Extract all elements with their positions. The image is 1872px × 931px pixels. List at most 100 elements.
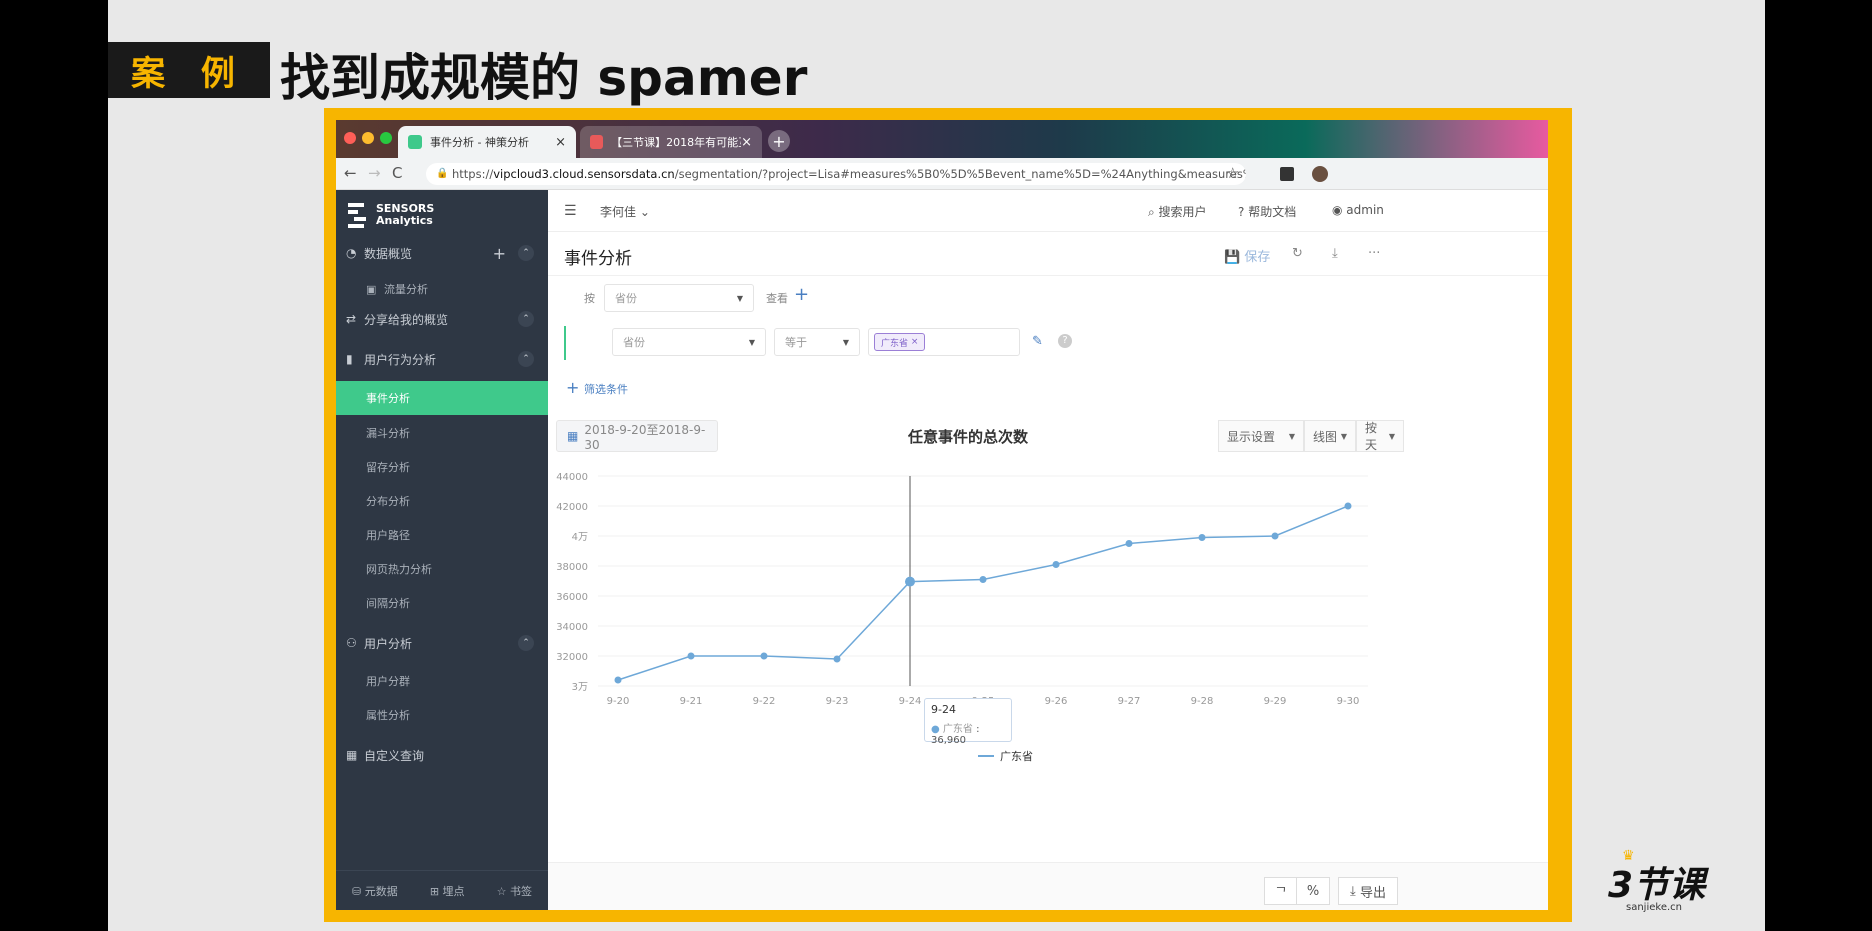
sidebar-item-label: 间隔分析 <box>366 597 410 610</box>
rotate-table-icon[interactable]: ᄀ <box>1264 877 1298 905</box>
forward-icon[interactable]: → <box>368 164 381 182</box>
help-docs-label: 帮助文档 <box>1248 205 1297 219</box>
sidebar-footer: ⛁ 元数据 ⊞ 埋点 ☆ 书签 <box>336 870 548 910</box>
close-tab-icon[interactable]: × <box>741 135 752 150</box>
add-filter-label: 筛选条件 <box>584 383 628 396</box>
x-tick-label: 9-26 <box>1045 696 1068 707</box>
dashboard-icon: ◔ <box>346 246 357 260</box>
bookmarks-link[interactable]: ☆ 书签 <box>497 883 532 899</box>
chart-type-select[interactable]: 线图 ▼ <box>1304 420 1356 452</box>
sidebar-group-custom-query[interactable]: ▦ 自定义查询 <box>336 738 548 772</box>
reload-icon[interactable]: C <box>392 164 402 182</box>
data-point <box>1344 502 1352 510</box>
group-by-select[interactable]: 省份 ▼ <box>604 284 754 312</box>
y-tick-label: 44000 <box>556 472 588 483</box>
tooltip-series: 广东省 <box>942 724 973 735</box>
data-point <box>760 652 768 660</box>
value-chip[interactable]: 广东省 × <box>874 333 926 351</box>
condition-indicator <box>564 326 566 360</box>
sidebar-item-funnel[interactable]: 漏斗分析 <box>336 416 548 450</box>
tab-label: 事件分析 - 神策分析 <box>430 136 529 149</box>
sidebar-item-segments[interactable]: 用户分群 <box>336 664 548 698</box>
caret-down-icon: ▼ <box>748 337 755 347</box>
search-users-link[interactable]: ⌕ 搜索用户 <box>1148 203 1207 220</box>
chevron-up-icon[interactable]: ⌃ <box>518 311 534 327</box>
y-tick-label: 38000 <box>556 562 588 573</box>
granularity-select[interactable]: 按天 ▼ <box>1356 420 1404 452</box>
chevron-up-icon[interactable]: ⌃ <box>518 245 534 261</box>
project-selector[interactable]: 李何佳 ⌄ <box>600 203 650 220</box>
main-content: ☰ 李何佳 ⌄ ⌕ 搜索用户 ? 帮助文档 ◉ admin 事件分析 💾 保存 … <box>548 190 1548 910</box>
query-icon: ▦ <box>346 748 358 762</box>
sidebar-group-overview[interactable]: ◔ 数据概览 + ⌃ <box>336 236 548 270</box>
sidebar-item-retention[interactable]: 留存分析 <box>336 450 548 484</box>
slide-title: 找到成规模的 spamer <box>280 49 808 107</box>
tab-sanjieke[interactable]: 【三节课】2018年有可能互联网... × <box>580 126 762 158</box>
save-button[interactable]: 💾 保存 <box>1224 246 1270 265</box>
sidebar-item-label: 自定义查询 <box>364 748 425 763</box>
add-filter-row[interactable]: + 筛选条件 <box>548 376 1548 402</box>
right-letterbox <box>1765 0 1872 931</box>
close-tab-icon[interactable]: × <box>555 135 566 150</box>
percent-toggle-button[interactable]: % <box>1296 877 1330 905</box>
tab-label: 【三节课】2018年有可能互联网... <box>611 136 741 149</box>
user-menu[interactable]: ◉ admin <box>1332 203 1384 217</box>
url-host: vipcloud3.cloud.sensorsdata.cn <box>493 167 675 181</box>
chevron-up-icon[interactable]: ⌃ <box>518 351 534 367</box>
tab-event-analysis[interactable]: 事件分析 - 神策分析 × <box>398 126 576 158</box>
extension-icon[interactable] <box>1280 167 1294 181</box>
group-by-prefix: 按 <box>584 292 595 305</box>
search-users-label: 搜索用户 <box>1158 205 1207 219</box>
series-line <box>617 505 1349 681</box>
profile-avatar-icon[interactable] <box>1312 166 1328 182</box>
url-field[interactable]: 🔒 https://vipcloud3.cloud.sensorsdata.cn/… <box>426 163 1246 185</box>
more-options-icon[interactable]: ··· <box>1368 246 1380 261</box>
collapse-menu-icon[interactable]: ☰ <box>564 203 577 219</box>
sidebar-item-interval[interactable]: 间隔分析 <box>336 586 548 620</box>
sidebar-item-traffic[interactable]: ▣ 流量分析 <box>336 272 548 306</box>
sensors-logo: SENSORS Analytics <box>346 200 546 230</box>
refresh-icon[interactable]: ↻ <box>1292 246 1303 261</box>
display-settings-select[interactable]: 显示设置 ▼ <box>1218 420 1304 452</box>
minimize-window-icon[interactable] <box>362 132 374 144</box>
sidebar-item-attributes[interactable]: 属性分析 <box>336 698 548 732</box>
new-tab-button[interactable]: + <box>768 130 790 152</box>
close-window-icon[interactable] <box>344 132 356 144</box>
sidebar-group-shared[interactable]: ⇄ 分享给我的概览 ⌃ <box>336 302 548 336</box>
help-icon[interactable]: ? <box>1058 334 1072 348</box>
sidebar-group-behavior[interactable]: ▮ 用户行为分析 ⌃ <box>336 342 548 376</box>
sensors-logo-icon <box>348 203 366 228</box>
back-icon[interactable]: ← <box>344 164 357 182</box>
chevron-up-icon[interactable]: ⌃ <box>518 635 534 651</box>
add-overview-icon[interactable]: + <box>493 244 506 263</box>
select-value: 显示设置 <box>1227 429 1276 444</box>
help-docs-link[interactable]: ? 帮助文档 <box>1238 203 1296 220</box>
sidebar-group-users[interactable]: ⚇ 用户分析 ⌃ <box>336 626 548 660</box>
bookmark-star-icon[interactable]: ☆ <box>1226 164 1239 182</box>
date-range-picker[interactable]: ▦ 2018-9-20至2018-9-30 <box>556 420 718 452</box>
x-tick-label: 9-20 <box>607 696 630 707</box>
sidebar-item-user-path[interactable]: 用户路径 <box>336 518 548 552</box>
condition-field-select[interactable]: 省份 ▼ <box>612 328 766 356</box>
metadata-link[interactable]: ⛁ 元数据 <box>352 883 398 899</box>
add-view-icon[interactable]: + <box>794 284 809 305</box>
watermark-brand: 3节课 <box>1608 865 1706 906</box>
sidebar-item-distribution[interactable]: 分布分析 <box>336 484 548 518</box>
case-tag: 案 例 <box>108 42 270 98</box>
maximize-window-icon[interactable] <box>380 132 392 144</box>
sidebar-item-label: 网页热力分析 <box>366 563 432 576</box>
line-chart: 3万 32000 34000 36000 38000 4万 42000 44000 9-20 9-… <box>556 472 1368 763</box>
page-header: 事件分析 💾 保存 ↻ ⤓ ··· <box>548 232 1548 276</box>
export-button[interactable]: ⤓ 导出 <box>1338 877 1398 905</box>
footer-label: 元数据 <box>364 884 398 898</box>
sidebar-item-event-analysis[interactable]: 事件分析 <box>336 381 548 415</box>
chart-title: 任意事件的总次数 <box>908 428 1029 446</box>
edit-pencil-icon[interactable]: ✎ <box>1032 334 1043 349</box>
tracking-link[interactable]: ⊞ 埋点 <box>430 883 465 899</box>
sanjieke-watermark: ♛ 3节课 sanjieke.cn <box>1608 848 1718 916</box>
condition-operator-select[interactable]: 等于 ▼ <box>774 328 860 356</box>
top-bar: ☰ 李何佳 ⌄ ⌕ 搜索用户 ? 帮助文档 ◉ admin <box>548 190 1548 232</box>
download-icon[interactable]: ⤓ <box>1332 246 1338 261</box>
export-icon: ⤓ <box>1350 883 1356 899</box>
sidebar-item-heatmap[interactable]: 网页热力分析 <box>336 552 548 586</box>
